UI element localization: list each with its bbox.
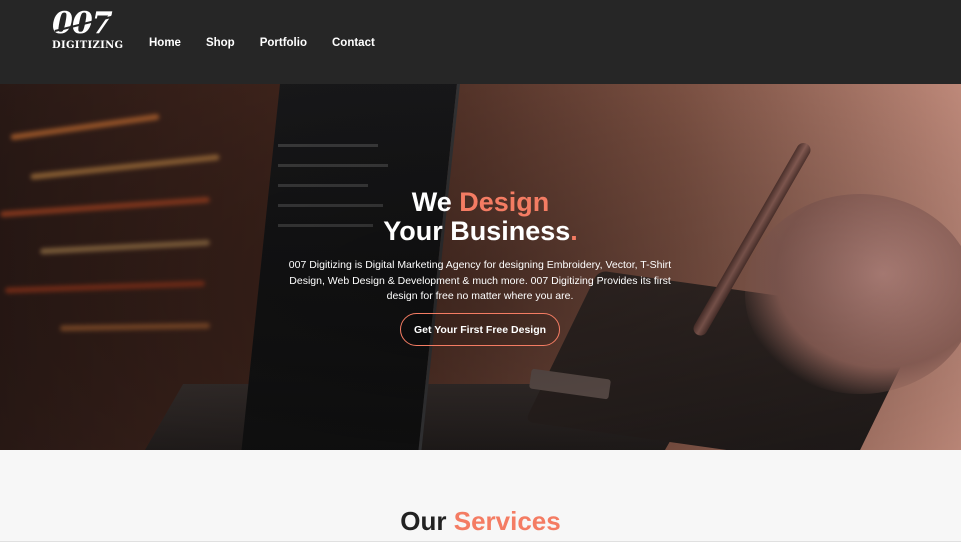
hero-title-dot: . xyxy=(570,216,578,246)
hero-title-line-2: Your Business. xyxy=(0,217,961,246)
hero-section: We Design Your Business. 007 Digitizing … xyxy=(0,84,961,450)
hero-description: 007 Digitizing is Digital Marketing Agen… xyxy=(288,259,672,302)
get-free-design-button[interactable]: Get Your First Free Design xyxy=(400,313,560,346)
services-heading-accent: Services xyxy=(453,506,561,536)
brand-logo[interactable]: 007 DIGITIZING xyxy=(52,9,123,55)
nav-link-shop[interactable]: Shop xyxy=(206,36,235,50)
services-heading: Our Services xyxy=(0,506,961,536)
nav-link-portfolio[interactable]: Portfolio xyxy=(260,36,307,50)
hero-title-line-1: We Design xyxy=(0,188,961,217)
main-nav: Home Shop Portfolio Contact xyxy=(149,36,400,50)
nav-link-contact[interactable]: Contact xyxy=(332,36,375,50)
hero-title-design: Design xyxy=(459,187,550,217)
site-header: 007 DIGITIZING Home Shop Portfolio Conta… xyxy=(0,0,961,84)
hero-title-your-business: Your Business xyxy=(383,216,571,246)
services-heading-our: Our xyxy=(400,506,454,536)
hero-title-we: We xyxy=(411,187,460,217)
services-section: Our Services xyxy=(0,450,961,542)
nav-link-home[interactable]: Home xyxy=(149,36,181,50)
logo-wordmark: DIGITIZING xyxy=(52,40,124,51)
